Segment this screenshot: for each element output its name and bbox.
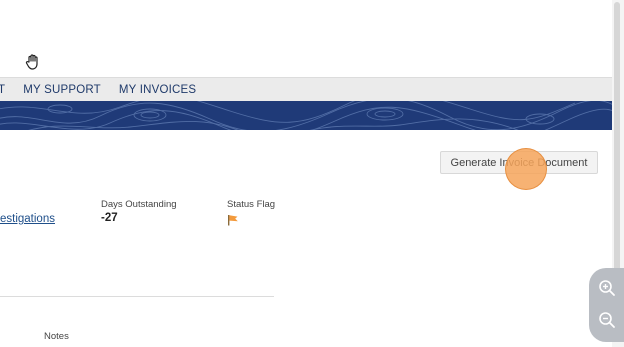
days-outstanding-label: Days Outstanding <box>101 199 177 210</box>
nav-item-my-invoices[interactable]: MY INVOICES <box>119 84 196 96</box>
invoice-details: Generate Invoice Document estigations Da… <box>0 130 612 347</box>
status-flag-label: Status Flag <box>227 199 276 210</box>
notes-label: Notes <box>44 331 69 342</box>
click-indicator <box>505 148 547 190</box>
zoom-controls <box>589 268 624 342</box>
hand-cursor-icon <box>25 54 38 70</box>
zoom-in-icon[interactable] <box>597 278 617 298</box>
section-divider <box>0 296 274 297</box>
investigation-link[interactable]: estigations <box>0 213 55 225</box>
topographic-banner <box>0 101 612 130</box>
zoom-out-icon[interactable] <box>597 310 617 330</box>
nav-item-partial[interactable]: T <box>0 84 5 96</box>
days-outstanding-value: -27 <box>101 212 118 224</box>
nav-item-my-support[interactable]: MY SUPPORT <box>23 84 101 96</box>
header-area <box>0 0 612 77</box>
main-nav: T MY SUPPORT MY INVOICES <box>0 77 612 101</box>
banner-pattern <box>0 101 612 130</box>
flag-icon <box>228 215 238 226</box>
